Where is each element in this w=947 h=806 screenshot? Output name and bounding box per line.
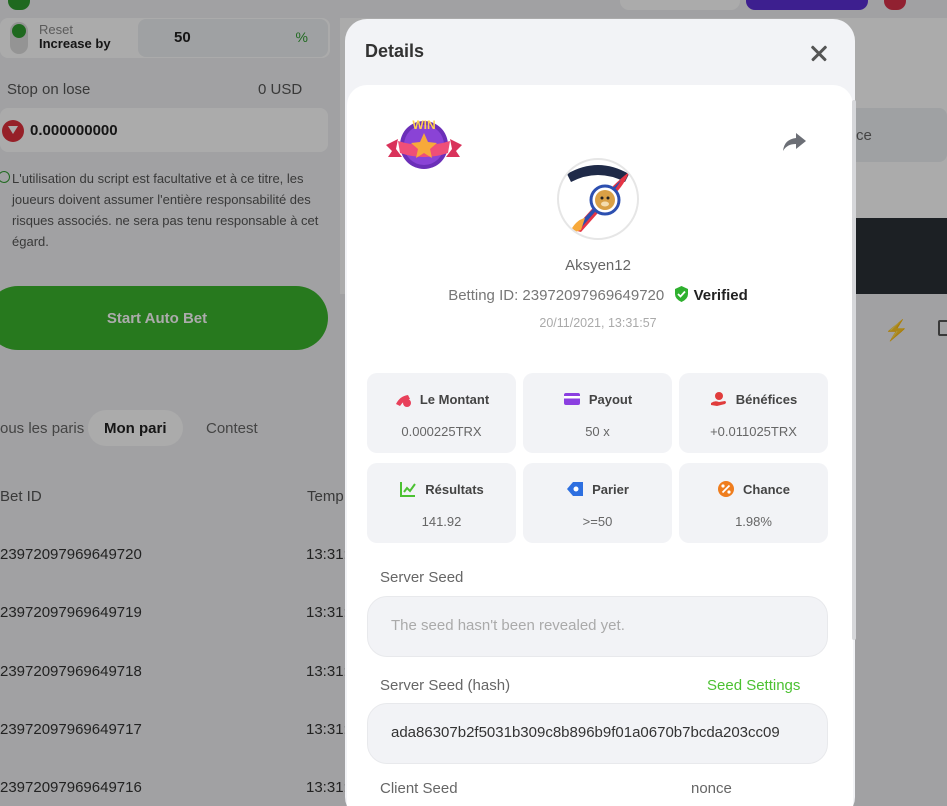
- details-modal: Details WIN Aksyen12 Betting ID: 2397209…: [345, 19, 855, 806]
- stat-value: 1.98%: [735, 514, 772, 529]
- stat-value: 50 x: [585, 424, 610, 439]
- user-avatar: [557, 158, 639, 240]
- client-seed-label: Client Seed: [380, 780, 458, 797]
- server-seed-placeholder: The seed hasn't been revealed yet.: [391, 617, 625, 634]
- card-icon: [563, 393, 580, 405]
- stat-value: +0.011025TRX: [710, 424, 797, 439]
- stat-bet-on: Parier >=50: [523, 463, 672, 543]
- server-seed-field[interactable]: The seed hasn't been revealed yet.: [367, 596, 828, 657]
- nonce-label: nonce: [691, 780, 732, 797]
- doge-rocket-icon: [560, 161, 636, 237]
- shield-check-icon: [675, 286, 689, 302]
- stat-label: Le Montant: [419, 391, 490, 407]
- percent-icon: [718, 481, 735, 497]
- stat-payout: Payout 50 x: [523, 373, 672, 453]
- seed-settings-link[interactable]: Seed Settings: [707, 677, 800, 694]
- stat-value: 0.000225TRX: [401, 424, 482, 439]
- share-icon[interactable]: [781, 131, 807, 153]
- betting-id-row: Betting ID: 23972097969649720 Verified: [347, 286, 849, 304]
- tag-icon: [567, 482, 584, 496]
- modal-title: Details: [365, 41, 425, 61]
- stat-profit: Bénéfices +0.011025TRX: [679, 373, 828, 453]
- svg-text:WIN: WIN: [412, 118, 435, 132]
- bet-datetime: 20/11/2021, 13:31:57: [539, 316, 657, 330]
- stat-label: Bénéfices: [735, 391, 798, 407]
- coins-icon: [395, 395, 411, 407]
- close-icon[interactable]: [807, 41, 831, 65]
- betting-id: Betting ID: 23972097969649720: [448, 287, 665, 304]
- stat-label: Payout: [588, 391, 633, 407]
- stat-results: Résultats 141.92: [367, 463, 516, 543]
- hand-coin-icon: [710, 392, 726, 406]
- server-seed-hash-label: Server Seed (hash): [380, 677, 511, 694]
- server-seed-hash-field[interactable]: ada86307b2f5031b309c8b896b9f01a0670b7bcd…: [367, 703, 828, 764]
- username: Aksyen12: [565, 257, 631, 274]
- chart-check-icon: [400, 482, 417, 497]
- stat-label: Parier: [592, 481, 629, 497]
- win-badge-icon: WIN: [386, 118, 462, 169]
- stat-value: 141.92: [421, 514, 462, 529]
- bet-details-card: WIN Aksyen12 Betting ID: 239720979696497…: [347, 85, 853, 806]
- stat-chance: Chance 1.98%: [679, 463, 828, 543]
- stat-amount: Le Montant 0.000225TRX: [367, 373, 516, 453]
- stat-value: >=50: [582, 514, 613, 529]
- stat-label: Résultats: [425, 481, 484, 497]
- stat-label: Chance: [743, 481, 790, 497]
- server-seed-hash-value: ada86307b2f5031b309c8b896b9f01a0670b7bcd…: [391, 724, 780, 741]
- modal-scrollbar[interactable]: [852, 100, 856, 640]
- server-seed-label: Server Seed: [380, 569, 464, 586]
- verified-label: Verified: [693, 287, 748, 304]
